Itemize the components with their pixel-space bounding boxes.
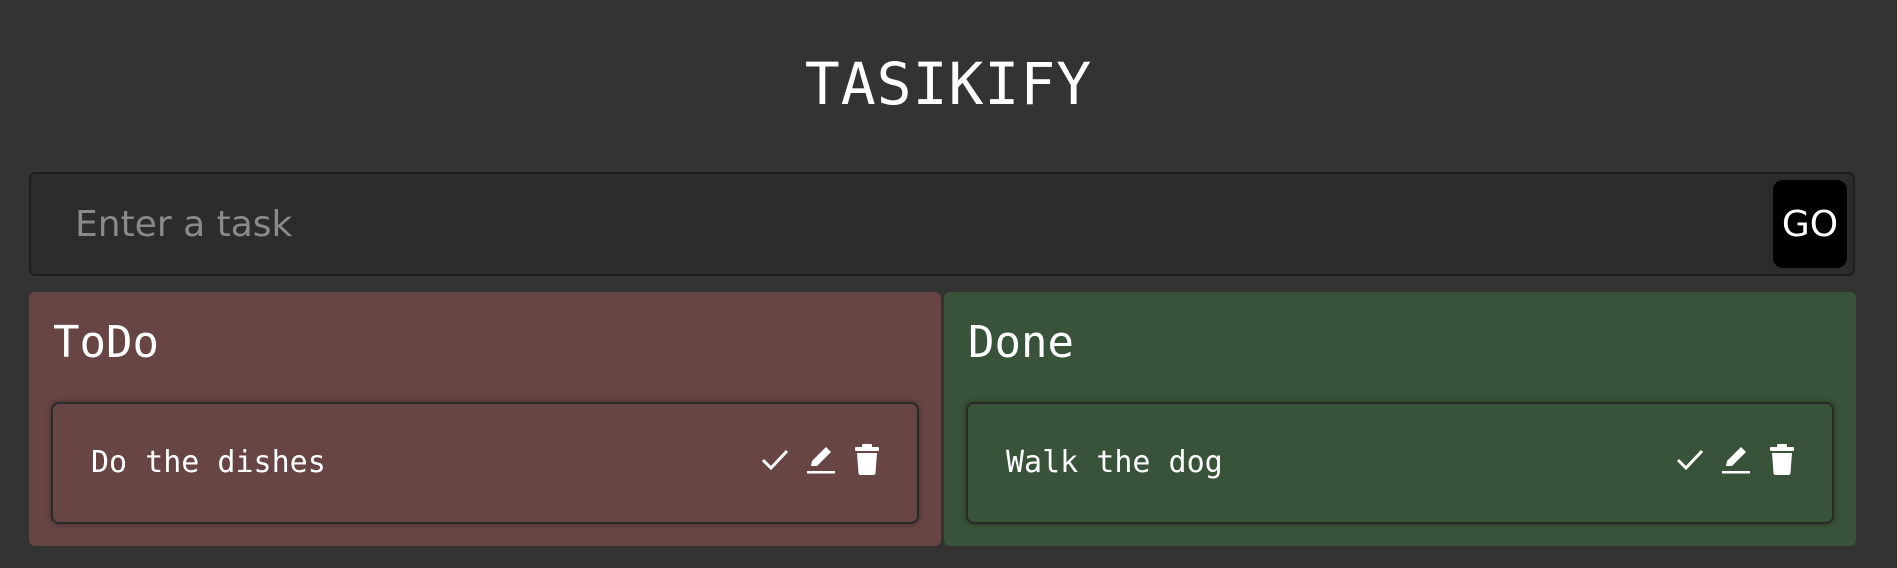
check-icon[interactable] xyxy=(1674,442,1706,476)
task-input[interactable] xyxy=(31,174,1771,274)
edit-icon[interactable] xyxy=(1720,442,1752,476)
check-icon[interactable] xyxy=(759,442,791,476)
task-actions xyxy=(1674,442,1798,476)
task-actions xyxy=(759,442,883,476)
trash-icon[interactable] xyxy=(851,442,883,476)
todo-column-title: ToDo xyxy=(53,317,159,368)
edit-icon[interactable] xyxy=(805,442,837,476)
done-column: Done Walk the dog xyxy=(944,292,1856,546)
todo-column: ToDo Do the dishes xyxy=(29,292,941,546)
done-column-title: Done xyxy=(968,317,1074,368)
app-title: TASIKIFY xyxy=(804,50,1093,118)
trash-icon[interactable] xyxy=(1766,442,1798,476)
task-text: Do the dishes xyxy=(91,445,326,480)
task-text: Walk the dog xyxy=(1006,445,1223,480)
task-card[interactable]: Do the dishes xyxy=(51,402,919,524)
go-button[interactable]: GO xyxy=(1773,180,1847,268)
task-card[interactable]: Walk the dog xyxy=(966,402,1834,524)
task-form: GO xyxy=(29,172,1855,276)
